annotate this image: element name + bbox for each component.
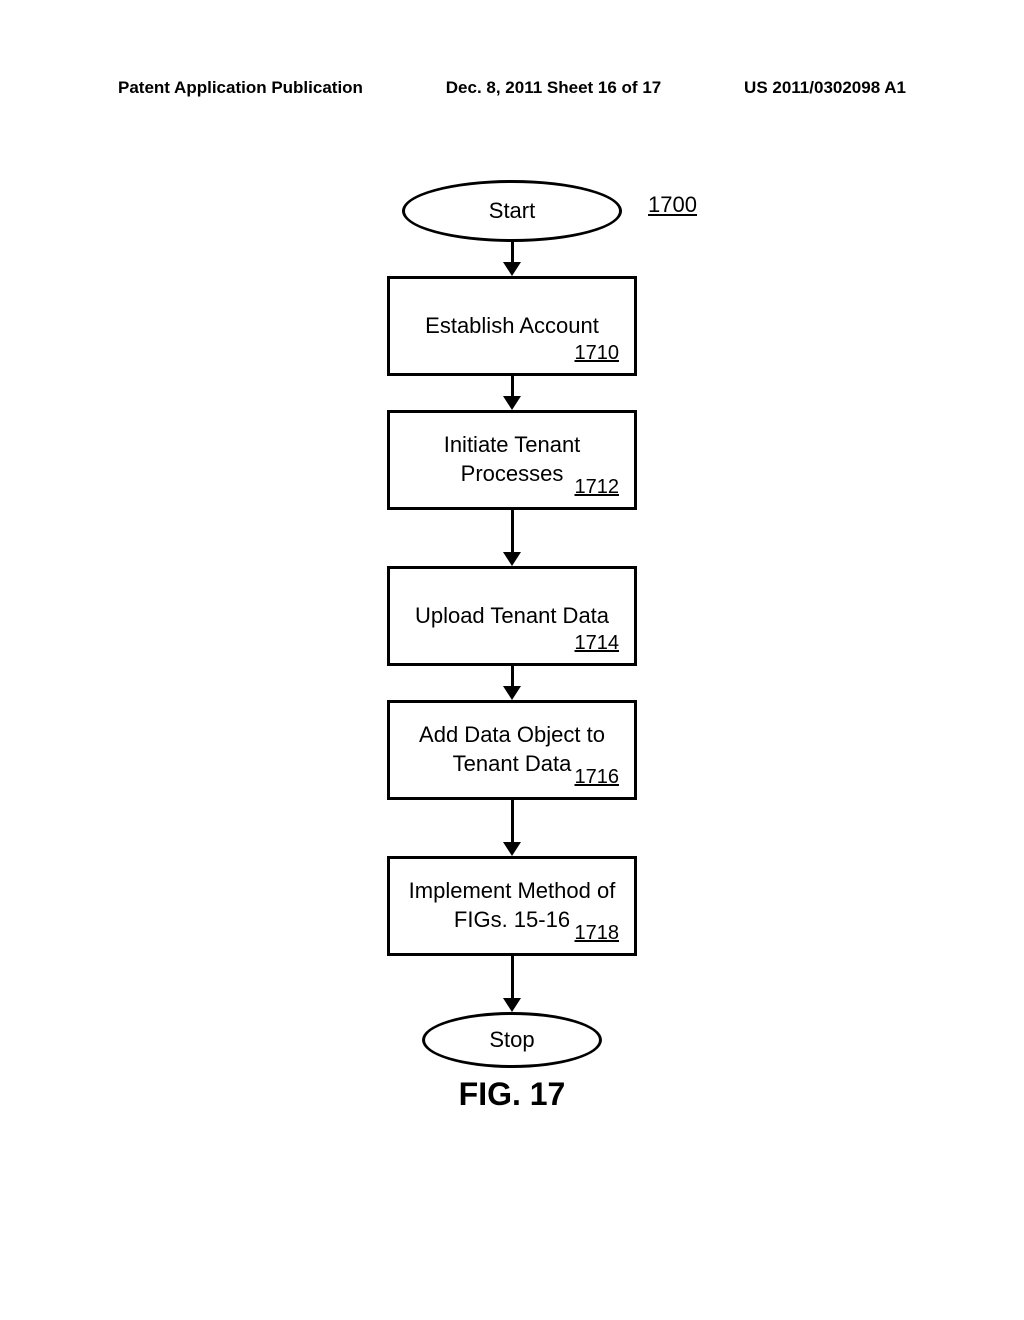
step-implement-method: Implement Method ofFIGs. 15-16 1718 xyxy=(387,856,637,956)
step-text: Establish Account xyxy=(425,312,599,341)
step-ref: 1710 xyxy=(575,342,620,365)
arrow-icon xyxy=(503,666,521,700)
step-text: Upload Tenant Data xyxy=(415,602,609,631)
step-ref: 1716 xyxy=(575,766,620,789)
step-upload-tenant-data: Upload Tenant Data 1714 xyxy=(387,566,637,666)
step-initiate-tenant: Initiate TenantProcesses 1712 xyxy=(387,410,637,510)
step-text: Initiate TenantProcesses xyxy=(444,431,581,488)
arrow-icon xyxy=(503,956,521,1012)
header-publication: Patent Application Publication xyxy=(118,78,363,98)
header-date-sheet: Dec. 8, 2011 Sheet 16 of 17 xyxy=(446,78,661,98)
step-add-data-object: Add Data Object toTenant Data 1716 xyxy=(387,700,637,800)
step-establish-account: Establish Account 1710 xyxy=(387,276,637,376)
step-ref: 1712 xyxy=(575,476,620,499)
arrow-icon xyxy=(503,242,521,276)
start-node: Start xyxy=(402,180,622,242)
figure-caption: FIG. 17 xyxy=(459,1076,566,1113)
header-patent-number: US 2011/0302098 A1 xyxy=(744,78,906,98)
flowchart: Start 1700 Establish Account 1710 Initia… xyxy=(0,180,1024,1113)
stop-label: Stop xyxy=(489,1027,534,1053)
step-ref: 1714 xyxy=(575,632,620,655)
start-ref: 1700 xyxy=(648,192,697,218)
stop-node: Stop xyxy=(422,1012,602,1068)
start-node-wrapper: Start 1700 xyxy=(402,180,622,242)
step-ref: 1718 xyxy=(575,922,620,945)
arrow-icon xyxy=(503,800,521,856)
arrow-icon xyxy=(503,510,521,566)
start-label: Start xyxy=(489,198,535,224)
page-header: Patent Application Publication Dec. 8, 2… xyxy=(0,78,1024,98)
arrow-icon xyxy=(503,376,521,410)
